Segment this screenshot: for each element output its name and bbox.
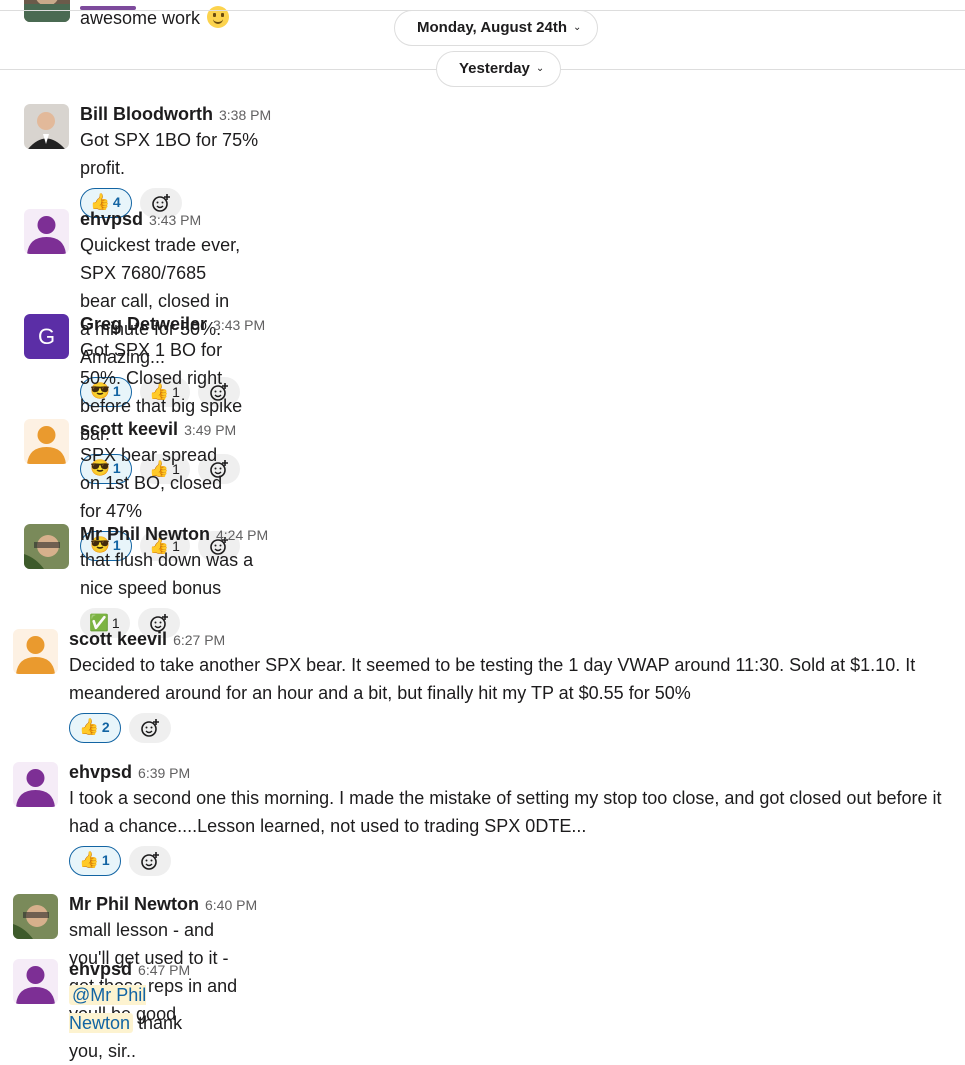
reaction-thumbsup[interactable]: 👍 2 (69, 713, 121, 743)
author-name[interactable]: scott keevil (69, 629, 167, 649)
avatar[interactable] (13, 629, 58, 674)
author-name[interactable]: scott keevil (80, 419, 178, 439)
author-name[interactable]: Greg Detweiler (80, 314, 207, 334)
date-divider-button[interactable]: Monday, August 24th ⌄ (394, 10, 599, 46)
date-divider-button[interactable]: Yesterday ⌄ (436, 51, 562, 87)
avatar[interactable] (13, 894, 58, 939)
date-label: Monday, August 24th (417, 19, 567, 36)
author-name[interactable]: ehvpsd (80, 209, 143, 229)
avatar[interactable] (13, 762, 58, 807)
author-name[interactable]: Mr Phil Newton (69, 894, 199, 914)
message-text-content: awesome work (80, 8, 201, 28)
avatar[interactable] (24, 524, 69, 569)
avatar[interactable] (24, 104, 69, 149)
add-reaction-button[interactable] (129, 713, 172, 743)
add-reaction-icon (141, 852, 160, 870)
reaction-count: 4 (112, 194, 121, 210)
avatar[interactable] (24, 419, 69, 464)
avatar[interactable] (24, 0, 70, 22)
message-text: Got SPX 1BO for 75% profit. (80, 130, 259, 178)
timestamp[interactable]: 4:24 PM (216, 527, 268, 543)
timestamp[interactable]: 3:49 PM (184, 422, 236, 438)
timestamp[interactable]: 3:43 PM (149, 212, 201, 228)
message-text: @Mr Phil Newton thank you, sir.. (69, 981, 190, 1065)
message-text: SPX bear spread on 1st BO, closed for 47… (80, 445, 223, 521)
thumbs-up-icon: 👍 (79, 852, 99, 869)
avatar[interactable] (24, 209, 69, 254)
reactions: 👍 2 (69, 713, 953, 743)
add-reaction-icon (141, 719, 160, 737)
avatar[interactable]: G (24, 314, 69, 359)
timestamp[interactable]: 3:38 PM (219, 107, 271, 123)
message-text: Decided to take another SPX bear. It see… (69, 655, 916, 703)
reaction-count: 1 (101, 852, 110, 868)
timestamp[interactable]: 6:39 PM (138, 765, 190, 781)
add-reaction-button[interactable] (129, 846, 172, 876)
timestamp[interactable]: 6:40 PM (205, 897, 257, 913)
date-label: Yesterday (459, 60, 530, 77)
author-name[interactable]: Mr Phil Newton (80, 524, 210, 544)
author-name[interactable]: ehvpsd (69, 959, 132, 979)
chevron-down-icon: ⌄ (573, 22, 582, 33)
message-text: that flush down was a nice speed bonus (80, 550, 254, 598)
avatar[interactable] (13, 959, 58, 1004)
timestamp[interactable]: 6:27 PM (173, 632, 225, 648)
timestamp[interactable]: 6:47 PM (138, 962, 190, 978)
author-name[interactable]: ehvpsd (69, 762, 132, 782)
author-name[interactable]: Bill Bloodworth (80, 104, 213, 124)
thumbs-up-icon: 👍 (79, 719, 99, 736)
reactions: 👍 1 (69, 846, 953, 876)
reaction-count: 2 (101, 719, 110, 735)
timestamp[interactable]: 3:43 PM (213, 317, 265, 333)
message-text: I took a second one this morning. I made… (69, 788, 942, 836)
chevron-down-icon: ⌄ (535, 63, 545, 74)
reaction-thumbsup[interactable]: 👍 1 (69, 846, 121, 876)
